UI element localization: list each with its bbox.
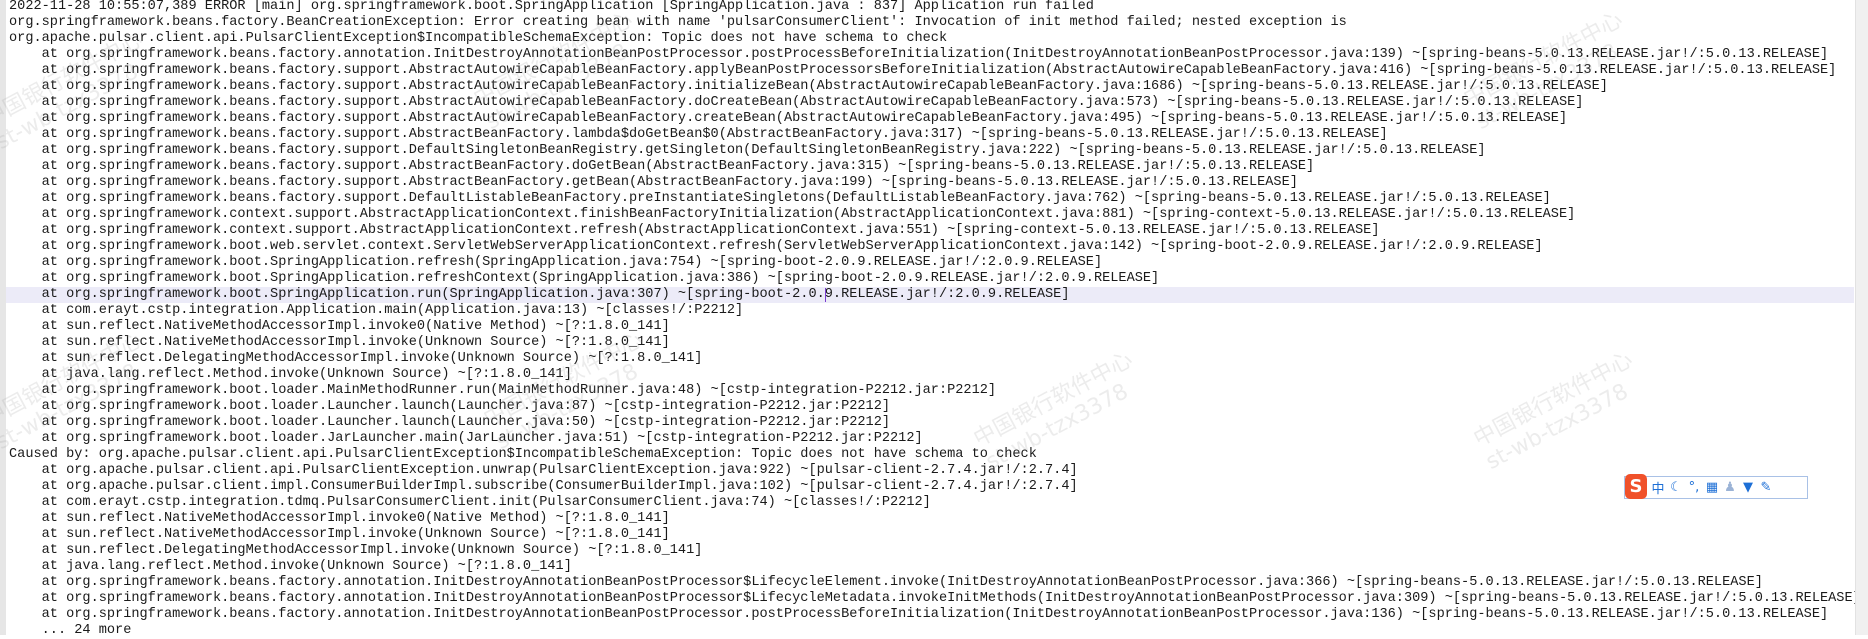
log-line: 2022-11-28 10:55:07,389 ERROR [main] org… (9, 0, 1094, 14)
ime-toolbar[interactable]: S 中 ☾ °, ▦ ♟ ▼ ✎ (1624, 474, 1808, 499)
log-line: at org.springframework.context.support.A… (9, 223, 1380, 238)
log-line: at org.springframework.beans.factory.sup… (9, 127, 1388, 142)
log-line: ... 24 more (9, 623, 132, 638)
log-line: at org.springframework.beans.factory.ann… (9, 47, 1829, 62)
log-line: at org.springframework.boot.loader.JarLa… (9, 431, 923, 446)
log-line: at org.springframework.boot.web.servlet.… (9, 239, 1543, 254)
sogou-logo[interactable]: S (1625, 474, 1647, 499)
log-line: at sun.reflect.DelegatingMethodAccessorI… (9, 351, 703, 366)
log-line: Caused by: org.apache.pulsar.client.api.… (9, 447, 1037, 462)
log-line: at org.springframework.beans.factory.sup… (9, 111, 1568, 126)
log-line: at sun.reflect.NativeMethodAccessorImpl.… (9, 511, 670, 526)
text-caret (825, 288, 826, 302)
log-line: at org.springframework.beans.factory.ann… (9, 591, 1861, 606)
log-line: at com.erayt.cstp.integration.Applicatio… (9, 303, 744, 318)
log-line: at org.springframework.beans.factory.sup… (9, 175, 1298, 190)
log-line: at java.lang.reflect.Method.invoke(Unkno… (9, 367, 572, 382)
log-line: at org.springframework.boot.loader.Launc… (9, 415, 891, 430)
log-line: at sun.reflect.NativeMethodAccessorImpl.… (9, 319, 670, 334)
wrench-icon[interactable]: ✎ (1759, 480, 1773, 495)
log-line: at org.springframework.context.support.A… (9, 207, 1576, 222)
log-line: at org.springframework.beans.factory.sup… (9, 191, 1551, 206)
skin-icon[interactable]: ▼ (1741, 480, 1755, 495)
editor-gutter (0, 0, 6, 635)
log-line: at sun.reflect.NativeMethodAccessorImpl.… (9, 527, 670, 542)
log-line: at org.springframework.beans.factory.ann… (9, 575, 1763, 590)
log-line: at org.springframework.beans.factory.sup… (9, 63, 1837, 78)
moon-icon[interactable]: ☾ (1669, 480, 1683, 495)
log-line: at org.apache.pulsar.client.impl.Consume… (9, 479, 1078, 494)
log-line: at org.springframework.boot.loader.Launc… (9, 399, 891, 414)
log-line: at java.lang.reflect.Method.invoke(Unkno… (9, 559, 572, 574)
log-line: org.springframework.beans.factory.BeanCr… (9, 15, 1347, 30)
log-line: at com.erayt.cstp.integration.tdmq.Pulsa… (9, 495, 931, 510)
log-line: at org.springframework.beans.factory.sup… (9, 143, 1486, 158)
log-line: at org.springframework.beans.factory.ann… (9, 607, 1829, 622)
log-line: at sun.reflect.DelegatingMethodAccessorI… (9, 543, 703, 558)
punctuation-icon[interactable]: °, (1687, 480, 1701, 495)
user-icon[interactable]: ♟ (1723, 480, 1737, 495)
log-line: at org.springframework.boot.SpringApplic… (9, 271, 1160, 286)
keyboard-icon[interactable]: ▦ (1705, 480, 1719, 495)
log-line: at org.springframework.beans.factory.sup… (9, 95, 1584, 110)
log-line: at org.springframework.beans.factory.sup… (9, 79, 1608, 94)
log-line: at sun.reflect.NativeMethodAccessorImpl.… (9, 335, 670, 350)
log-line: at org.springframework.boot.SpringApplic… (9, 255, 1103, 270)
log-line: org.apache.pulsar.client.api.PulsarClien… (9, 31, 948, 46)
vertical-scrollbar[interactable] (1855, 0, 1868, 635)
log-line: at org.springframework.beans.factory.sup… (9, 159, 1315, 174)
input-mode-toggle[interactable]: 中 (1651, 478, 1665, 497)
log-line-current: at org.springframework.boot.SpringApplic… (6, 287, 1854, 303)
console-output[interactable]: 2022-11-28 10:55:07,389 ERROR [main] org… (6, 0, 1861, 638)
log-line: at org.apache.pulsar.client.api.PulsarCl… (9, 463, 1078, 478)
log-line: at org.springframework.boot.loader.MainM… (9, 383, 997, 398)
